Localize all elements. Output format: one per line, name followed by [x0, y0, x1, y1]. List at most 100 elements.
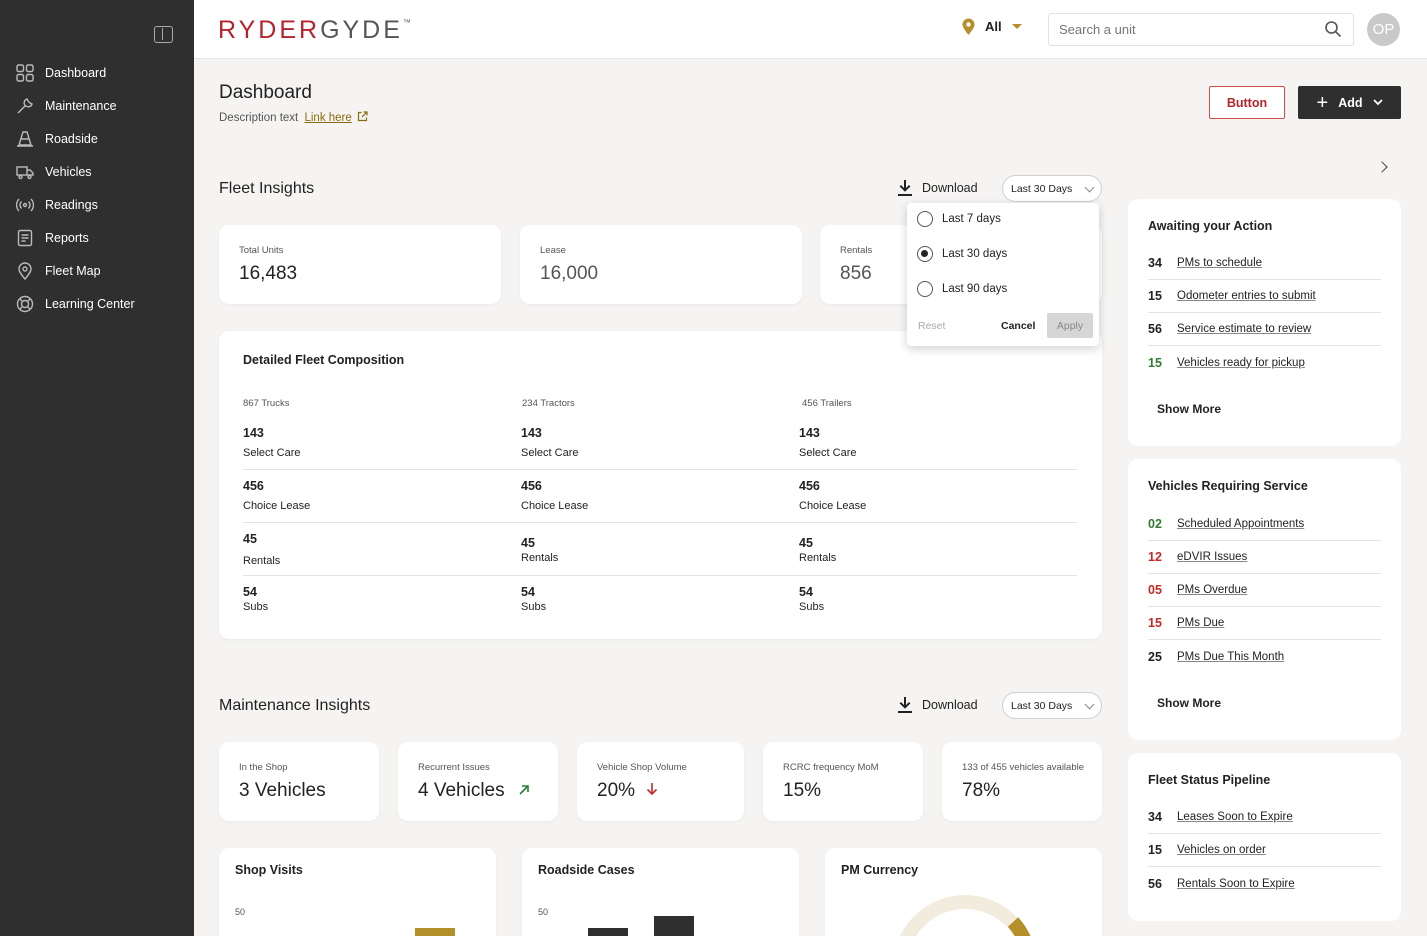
range-option-7[interactable]: Last 7 days: [917, 211, 1001, 227]
radio-button-selected[interactable]: [917, 246, 933, 262]
range-value: Last 30 Days: [1011, 182, 1073, 195]
sidebar-item-maintenance[interactable]: Maintenance: [0, 89, 194, 122]
reset-button[interactable]: Reset: [918, 320, 945, 332]
card-title: Awaiting your Action: [1148, 219, 1273, 233]
kpi-value: 16,000: [540, 263, 599, 284]
action-list-item[interactable]: 15 PMs Due: [1148, 607, 1381, 640]
item-link[interactable]: Vehicles ready for pickup: [1177, 357, 1305, 369]
kpi-label: In the Shop: [239, 762, 288, 773]
action-list-item[interactable]: 12 eDVIR Issues: [1148, 541, 1381, 574]
vehicles-requiring-service-card: Vehicles Requiring Service 02 Scheduled A…: [1128, 459, 1401, 740]
location-select[interactable]: All: [962, 18, 1022, 35]
maintenance-insights-title: Maintenance Insights: [219, 697, 371, 714]
caret-down-icon: [1011, 24, 1022, 29]
sidebar-item-label: Roadside: [45, 131, 98, 146]
chart-title: Shop Visits: [235, 863, 303, 877]
kpi-lease: Lease 16,000: [520, 225, 802, 304]
range-option-30[interactable]: Last 30 days: [917, 246, 1007, 262]
item-link[interactable]: PMs Due This Month: [1177, 651, 1284, 663]
donut-chart: [900, 895, 1031, 936]
item-count: 15: [1148, 616, 1162, 630]
avatar[interactable]: OP: [1367, 13, 1400, 46]
item-count: 34: [1148, 256, 1162, 270]
radio-button[interactable]: [917, 281, 933, 297]
search-icon[interactable]: [1324, 20, 1342, 38]
kpi-recurrent-issues: Recurrent Issues 4 Vehicles: [398, 742, 558, 821]
chevron-right-icon[interactable]: [1376, 161, 1388, 173]
card-title: Fleet Status Pipeline: [1148, 773, 1271, 787]
row-divider: [243, 575, 1077, 576]
composition-cell: 54 Subs: [799, 585, 825, 613]
sidebar-item-fleet-map[interactable]: Fleet Map: [0, 254, 194, 287]
signal-icon: [16, 196, 34, 214]
maintenance-download-button[interactable]: Download: [898, 697, 978, 713]
item-count: 56: [1148, 322, 1162, 336]
add-button[interactable]: + Add: [1298, 86, 1401, 119]
sidebar-item-label: Learning Center: [45, 296, 135, 311]
sidebar-item-roadside[interactable]: Roadside: [0, 122, 194, 155]
page-title: Dashboard: [219, 82, 312, 103]
sidebar-item-label: Fleet Map: [45, 263, 101, 278]
radio-button[interactable]: [917, 211, 933, 227]
item-link[interactable]: Odometer entries to submit: [1177, 290, 1316, 302]
action-list-item[interactable]: 56 Service estimate to review: [1148, 313, 1381, 346]
item-link[interactable]: Scheduled Appointments: [1177, 518, 1304, 530]
trend-up-icon: [519, 785, 529, 795]
show-more-button[interactable]: Show More: [1157, 402, 1221, 416]
action-list-item[interactable]: 34 Leases Soon to Expire: [1148, 801, 1381, 834]
action-list-item[interactable]: 56 Rentals Soon to Expire: [1148, 867, 1381, 900]
sidebar-collapse-icon[interactable]: [154, 26, 173, 43]
action-list-item[interactable]: 05 PMs Overdue: [1148, 574, 1381, 607]
item-link[interactable]: eDVIR Issues: [1177, 551, 1247, 563]
action-list-item[interactable]: 34 PMs to schedule: [1148, 247, 1381, 280]
action-list-item[interactable]: 25 PMs Due This Month: [1148, 640, 1381, 673]
kpi-total-units: Total Units 16,483: [219, 225, 501, 304]
composition-cell: 143 Select Care: [243, 426, 301, 459]
sidebar-item-vehicles[interactable]: Vehicles: [0, 155, 194, 188]
sidebar-item-learning-center[interactable]: Learning Center: [0, 287, 194, 320]
item-link[interactable]: Rentals Soon to Expire: [1177, 878, 1295, 890]
location-pin-icon: [962, 18, 975, 35]
action-list-item[interactable]: 15 Odometer entries to submit: [1148, 280, 1381, 313]
column-header: 867 Trucks: [243, 398, 290, 409]
topbar: RYDERGYDE™ All OP: [194, 0, 1427, 59]
composition-cell: 45 Rentals: [243, 532, 281, 567]
apply-button[interactable]: Apply: [1047, 313, 1093, 338]
action-list-item[interactable]: 02 Scheduled Appointments: [1148, 508, 1381, 541]
truck-icon: [16, 163, 34, 181]
cancel-button[interactable]: Cancel: [1001, 320, 1035, 332]
report-icon: [16, 229, 34, 247]
item-link[interactable]: PMs Overdue: [1177, 584, 1247, 596]
description-link[interactable]: Link here: [304, 112, 351, 124]
chevron-down-icon: [1084, 182, 1095, 193]
composition-cell: 54 Subs: [521, 585, 547, 613]
sidebar-item-dashboard[interactable]: Dashboard: [0, 56, 194, 89]
item-link[interactable]: Service estimate to review: [1177, 323, 1311, 335]
action-list-item[interactable]: 15 Vehicles on order: [1148, 834, 1381, 867]
chevron-down-icon: [1084, 699, 1095, 710]
sidebar-item-reports[interactable]: Reports: [0, 221, 194, 254]
kpi-label: Vehicle Shop Volume: [597, 762, 687, 773]
external-link-icon[interactable]: [357, 111, 368, 122]
fleet-range-select[interactable]: Last 30 Days: [1002, 175, 1102, 202]
sidebar-item-readings[interactable]: Readings: [0, 188, 194, 221]
wrench-icon: [16, 97, 34, 115]
secondary-button[interactable]: Button: [1209, 86, 1285, 119]
search-input[interactable]: [1048, 13, 1354, 46]
action-list-item[interactable]: 15 Vehicles ready for pickup: [1148, 346, 1381, 379]
awaiting-action-card: Awaiting your Action 34 PMs to schedule 15…: [1128, 199, 1401, 446]
fleet-download-button[interactable]: Download: [898, 180, 978, 196]
range-option-90[interactable]: Last 90 days: [917, 281, 1007, 297]
show-more-button[interactable]: Show More: [1157, 696, 1221, 710]
page-description: Description text Link here: [219, 111, 368, 124]
kpi-label: Total Units: [239, 245, 284, 256]
maintenance-range-select[interactable]: Last 30 Days: [1002, 692, 1102, 719]
location-value: All: [985, 19, 1002, 34]
logo[interactable]: RYDERGYDE™: [218, 16, 411, 45]
kpi-value: 20%: [597, 780, 658, 802]
item-link[interactable]: Vehicles on order: [1177, 844, 1266, 856]
map-pin-icon: [16, 261, 34, 280]
item-link[interactable]: Leases Soon to Expire: [1177, 811, 1293, 823]
item-link[interactable]: PMs Due: [1177, 617, 1224, 629]
item-link[interactable]: PMs to schedule: [1177, 257, 1262, 269]
